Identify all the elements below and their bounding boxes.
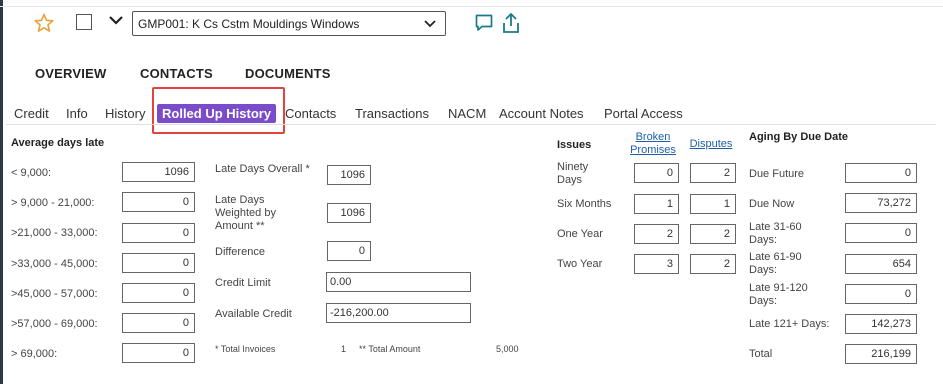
chat-icon[interactable]: [474, 13, 494, 33]
total-invoices-value: 1: [341, 344, 347, 354]
avg-row-value[interactable]: 0: [122, 313, 195, 333]
avg-row-value[interactable]: 0: [122, 343, 195, 363]
avg-row-value[interactable]: 0: [122, 223, 195, 243]
aging-row-value[interactable]: 73,272: [845, 193, 917, 213]
aging-title: Aging By Due Date: [749, 131, 849, 143]
disputes-value[interactable]: 2: [690, 163, 736, 183]
avg-row-label: > 69,000:: [11, 348, 58, 360]
subtab-account-notes[interactable]: Account Notes: [499, 106, 584, 121]
account-select[interactable]: GMP001: K Cs Cstm Mouldings Windows: [132, 11, 446, 36]
top-divider: [0, 6, 943, 7]
late-days-overall-value[interactable]: 1096: [327, 165, 371, 185]
avg-row-value[interactable]: 0: [122, 253, 195, 273]
avg-row-label: >33,000 - 45,000:: [11, 258, 98, 270]
aging-row-value[interactable]: 0: [845, 223, 917, 243]
issue-row-label: Six Months: [557, 198, 612, 210]
star-favorite-icon[interactable]: [34, 13, 54, 33]
difference-label: Difference: [215, 246, 265, 258]
tab-overview[interactable]: OVERVIEW: [35, 66, 106, 81]
select-checkbox[interactable]: [76, 14, 92, 30]
aging-total-label: Total: [749, 348, 773, 360]
subtab-divider: [6, 124, 936, 125]
broken-promises-value[interactable]: 3: [634, 254, 679, 274]
total-invoices-label: * Total Invoices: [215, 344, 276, 354]
subtab-info[interactable]: Info: [66, 106, 88, 121]
avg-row-value[interactable]: 1096: [122, 162, 195, 182]
aging-total-value[interactable]: 216,199: [845, 344, 917, 364]
subtab-transactions[interactable]: Transactions: [355, 106, 429, 121]
tab-documents[interactable]: DOCUMENTS: [245, 66, 331, 81]
credit-limit-field[interactable]: 0.00: [326, 272, 471, 292]
late-days-weighted-label: Late Days Weighted by Amount **: [215, 194, 276, 232]
avg-row-value[interactable]: 0: [122, 283, 195, 303]
broken-promises-value[interactable]: 1: [634, 194, 679, 214]
aging-row-value[interactable]: 0: [845, 163, 917, 183]
aging-row-value[interactable]: 654: [845, 254, 917, 274]
available-credit-field[interactable]: -216,200.00: [326, 303, 471, 323]
aging-row-label: Late 121+ Days:: [749, 318, 830, 330]
avg-row-label: >21,000 - 33,000:: [11, 227, 98, 239]
disputes-value[interactable]: 1: [690, 194, 736, 214]
chevron-down-icon[interactable]: [108, 14, 124, 28]
late-days-overall-label: Late Days Overall *: [215, 163, 310, 175]
avg-row-label: < 9,000:: [11, 167, 52, 179]
subtab-nacm[interactable]: NACM: [448, 106, 486, 121]
aging-row-label: Due Future: [749, 168, 805, 180]
aging-row-label: Late 31-60 Days:: [749, 221, 802, 246]
share-upload-icon[interactable]: [501, 12, 521, 34]
avg-row-value[interactable]: 0: [122, 192, 195, 212]
difference-value[interactable]: 0: [327, 241, 371, 261]
disputes-value[interactable]: 2: [690, 254, 736, 274]
tab-contacts[interactable]: CONTACTS: [140, 66, 213, 81]
subtab-portal-access[interactable]: Portal Access: [604, 106, 683, 121]
issue-row-label: One Year: [557, 228, 603, 240]
total-amount-value: 5,000: [496, 344, 519, 354]
aging-row-label: Late 91-120 Days:: [749, 282, 808, 307]
issues-title: Issues: [557, 139, 592, 151]
aging-row-value[interactable]: 142,273: [845, 314, 917, 334]
avg-days-late-title: Average days late: [11, 137, 105, 149]
aging-row-label: Due Now: [749, 198, 795, 210]
window-left-edge: [0, 0, 3, 384]
avg-row-label: >45,000 - 57,000:: [11, 288, 98, 300]
aging-row-value[interactable]: 0: [845, 284, 917, 304]
broken-promises-value[interactable]: 0: [634, 163, 679, 183]
credit-limit-label: Credit Limit: [215, 277, 271, 289]
broken-promises-value[interactable]: 2: [634, 224, 679, 244]
available-credit-label: Available Credit: [215, 308, 292, 320]
issue-row-label: Two Year: [557, 258, 603, 270]
subtab-contacts[interactable]: Contacts: [285, 106, 336, 121]
disputes-value[interactable]: 2: [690, 224, 736, 244]
issue-row-label: Ninety Days: [557, 161, 589, 186]
avg-row-label: > 9,000 - 21,000:: [11, 197, 95, 209]
total-amount-label: ** Total Amount: [359, 344, 421, 354]
account-select-value: GMP001: K Cs Cstm Mouldings Windows: [138, 17, 360, 31]
late-days-weighted-value[interactable]: 1096: [327, 203, 371, 223]
aging-row-label: Late 61-90 Days:: [749, 251, 802, 276]
avg-row-label: >57,000 - 69,000:: [11, 318, 98, 330]
highlight-annotation: [152, 87, 285, 134]
disputes-header[interactable]: Disputes: [685, 138, 737, 151]
chevron-down-icon: [423, 18, 437, 30]
subtab-history[interactable]: History: [105, 106, 145, 121]
broken-promises-header[interactable]: Broken Promises: [625, 131, 681, 157]
subtab-credit[interactable]: Credit: [14, 106, 49, 121]
